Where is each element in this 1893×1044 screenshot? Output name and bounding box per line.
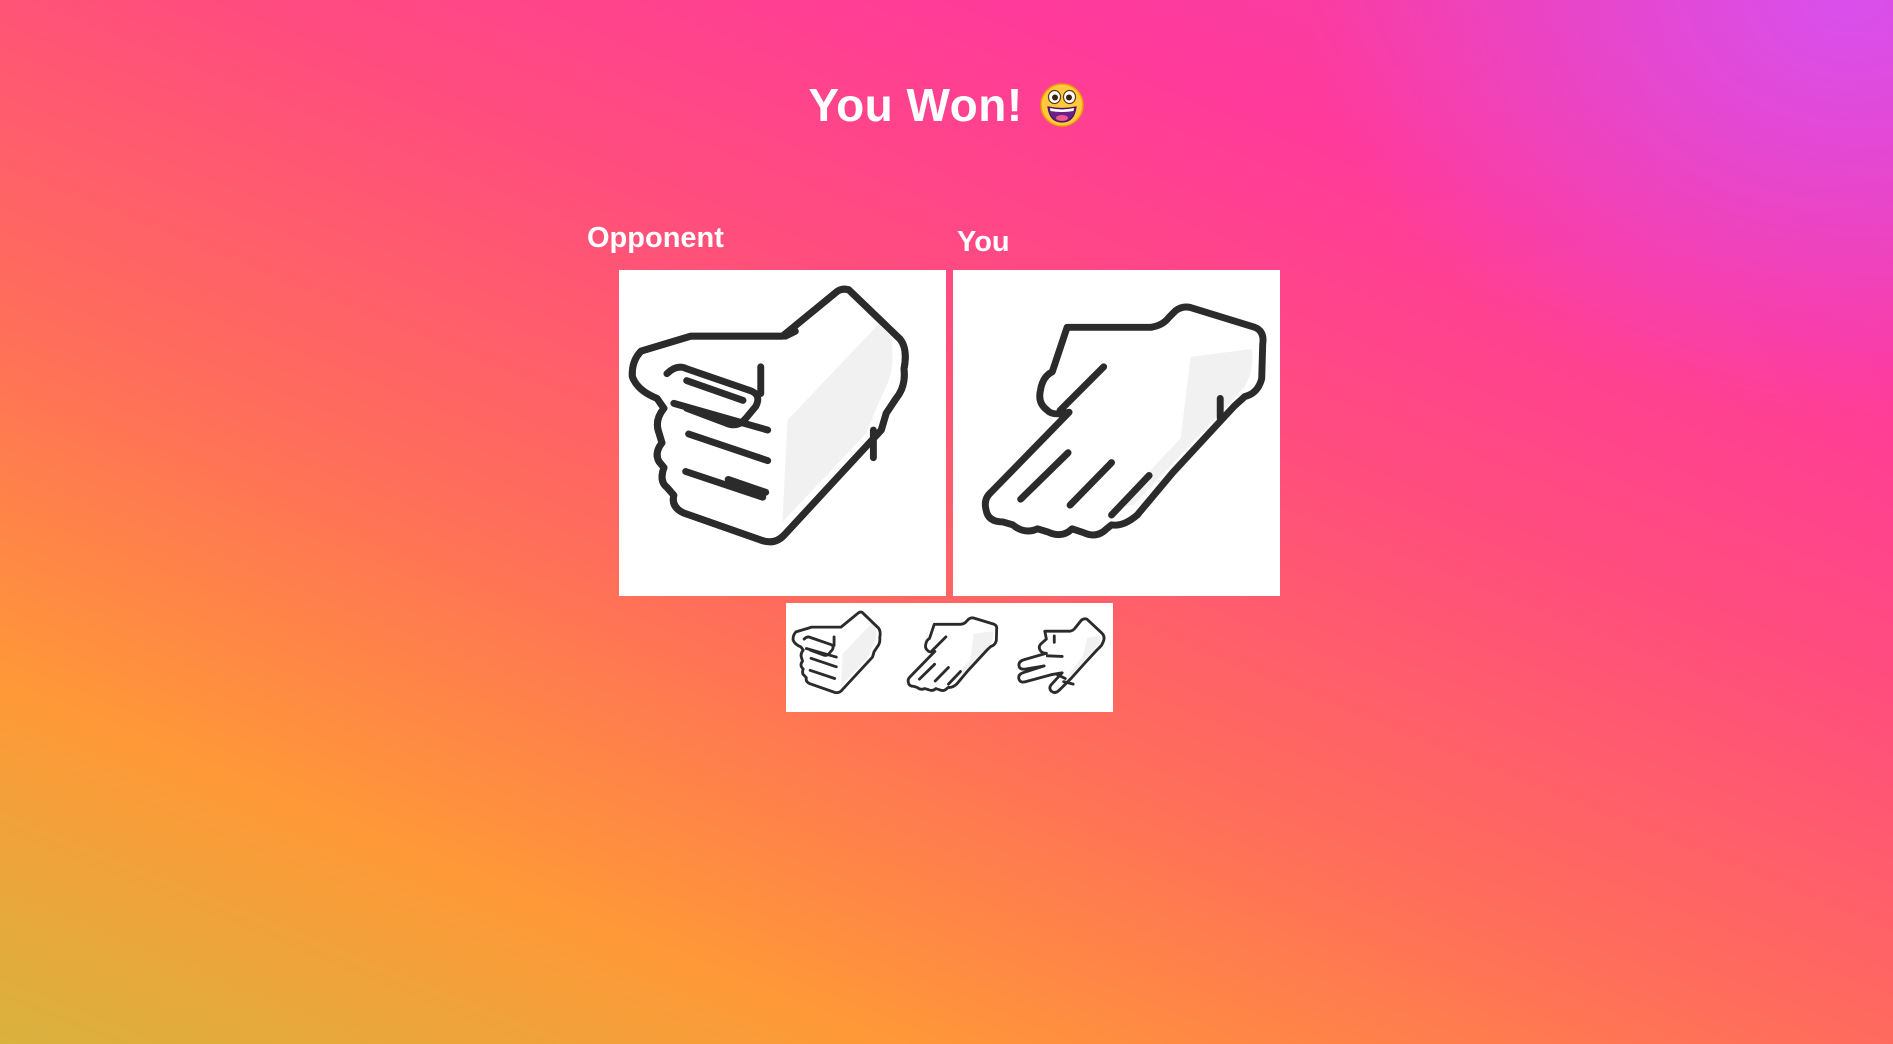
paper-choice-button[interactable] [898, 606, 1002, 710]
scissors-choice-button[interactable] [1007, 606, 1111, 710]
result-heading: You Won! [0, 75, 1893, 135]
opponent-label: Opponent [587, 222, 724, 254]
result-title-text: You Won! [808, 78, 1023, 131]
paper-hand-icon [906, 615, 998, 692]
player-hand-card [953, 270, 1280, 596]
choice-bar [786, 603, 1113, 712]
player-label: You [957, 226, 1010, 258]
opponent-hand-card [619, 270, 946, 596]
rock-fist-icon [791, 610, 882, 694]
paper-hand-icon [981, 303, 1267, 539]
rock-choice-button[interactable] [789, 606, 893, 710]
grinning-face-icon [1039, 82, 1085, 128]
scissors-hand-icon [1016, 616, 1105, 694]
rock-fist-icon [628, 285, 909, 546]
